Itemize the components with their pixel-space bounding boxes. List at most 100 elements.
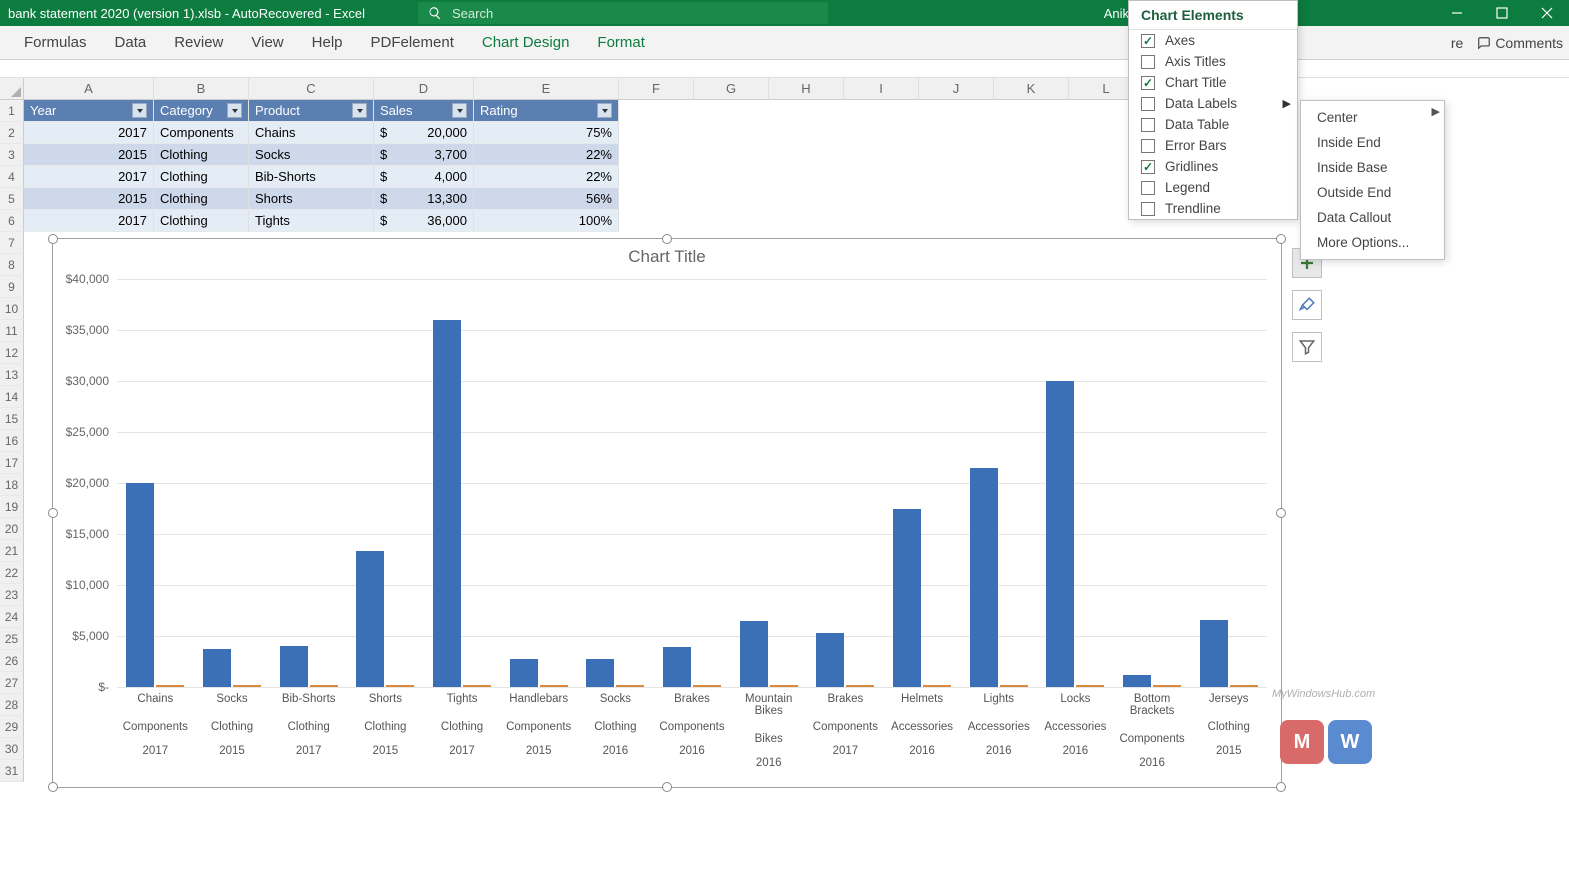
row-header[interactable]: 25 <box>0 628 24 650</box>
tab-view[interactable]: View <box>237 26 297 60</box>
table-cell[interactable]: 2015 <box>24 188 154 210</box>
search-box[interactable]: Search <box>418 2 828 24</box>
table-cell[interactable]: $36,000 <box>374 210 474 232</box>
close-button[interactable] <box>1524 0 1569 26</box>
bar-sales[interactable] <box>510 659 538 687</box>
table-cell[interactable]: 2017 <box>24 210 154 232</box>
col-header[interactable]: K <box>994 78 1069 100</box>
row-header[interactable]: 4 <box>0 166 24 188</box>
bar-group[interactable] <box>270 279 347 687</box>
row-header[interactable]: 16 <box>0 430 24 452</box>
table-header[interactable]: Category <box>154 100 249 122</box>
bar-group[interactable] <box>424 279 501 687</box>
bar-rating[interactable] <box>1153 685 1181 687</box>
row-header[interactable]: 26 <box>0 650 24 672</box>
bar-group[interactable] <box>730 279 807 687</box>
row-header[interactable]: 31 <box>0 760 24 782</box>
bar-rating[interactable] <box>1000 685 1028 687</box>
minimize-button[interactable] <box>1434 0 1479 26</box>
chart-element-option[interactable]: Trendline <box>1129 198 1297 219</box>
bar-group[interactable] <box>577 279 654 687</box>
row-header[interactable]: 20 <box>0 518 24 540</box>
bar-sales[interactable] <box>893 509 921 688</box>
bar-sales[interactable] <box>433 320 461 687</box>
bar-group[interactable] <box>500 279 577 687</box>
row-header[interactable]: 2 <box>0 122 24 144</box>
bar-group[interactable] <box>884 279 961 687</box>
checkbox-icon[interactable] <box>1141 202 1155 216</box>
chart-filters-button[interactable] <box>1292 332 1322 362</box>
tab-chart-design[interactable]: Chart Design <box>468 26 584 60</box>
table-header[interactable]: Rating <box>474 100 619 122</box>
user-name[interactable]: Anik <box>1104 6 1129 21</box>
tab-pdfelement[interactable]: PDFelement <box>357 26 468 60</box>
bar-rating[interactable] <box>923 685 951 687</box>
row-header[interactable]: 11 <box>0 320 24 342</box>
tab-data[interactable]: Data <box>101 26 161 60</box>
table-cell[interactable]: $13,300 <box>374 188 474 210</box>
table-cell[interactable]: $20,000 <box>374 122 474 144</box>
comments-button[interactable]: Comments <box>1477 35 1563 51</box>
table-cell[interactable]: Clothing <box>154 188 249 210</box>
submenu-item[interactable]: Center <box>1301 105 1444 130</box>
table-cell[interactable]: 75% <box>474 122 619 144</box>
checkbox-icon[interactable] <box>1141 55 1155 69</box>
col-header[interactable]: I <box>844 78 919 100</box>
bar-sales[interactable] <box>740 621 768 687</box>
bar-sales[interactable] <box>1046 381 1074 687</box>
bar-sales[interactable] <box>586 659 614 687</box>
tab-review[interactable]: Review <box>160 26 237 60</box>
row-header[interactable]: 1 <box>0 100 24 122</box>
share-button[interactable]: re <box>1451 35 1463 51</box>
table-cell[interactable]: 2015 <box>24 144 154 166</box>
bar-sales[interactable] <box>126 483 154 687</box>
bar-group[interactable] <box>1037 279 1114 687</box>
table-cell[interactable]: Clothing <box>154 144 249 166</box>
submenu-item[interactable]: Inside End <box>1301 130 1444 155</box>
bar-group[interactable] <box>194 279 271 687</box>
chart-styles-button[interactable] <box>1292 290 1322 320</box>
bar-group[interactable] <box>654 279 731 687</box>
bar-sales[interactable] <box>663 647 691 687</box>
chart-title[interactable]: Chart Title <box>53 247 1281 267</box>
checkbox-icon[interactable] <box>1141 160 1155 174</box>
filter-dropdown-icon[interactable] <box>227 103 242 118</box>
table-header[interactable]: Year <box>24 100 154 122</box>
bar-rating[interactable] <box>540 685 568 687</box>
row-header[interactable]: 22 <box>0 562 24 584</box>
row-header[interactable]: 23 <box>0 584 24 606</box>
row-header[interactable]: 18 <box>0 474 24 496</box>
bar-rating[interactable] <box>693 685 721 687</box>
row-header[interactable]: 5 <box>0 188 24 210</box>
row-header[interactable]: 15 <box>0 408 24 430</box>
col-header[interactable]: D <box>374 78 474 100</box>
filter-dropdown-icon[interactable] <box>597 103 612 118</box>
col-header[interactable]: B <box>154 78 249 100</box>
bar-sales[interactable] <box>280 646 308 687</box>
filter-dropdown-icon[interactable] <box>452 103 467 118</box>
bar-rating[interactable] <box>386 685 414 687</box>
bar-sales[interactable] <box>816 633 844 687</box>
col-header[interactable]: A <box>24 78 154 100</box>
bar-sales[interactable] <box>970 468 998 687</box>
embedded-chart[interactable]: Chart Title $-$5,000$10,000$15,000$20,00… <box>52 238 1282 788</box>
checkbox-icon[interactable] <box>1141 118 1155 132</box>
row-header[interactable]: 7 <box>0 232 24 254</box>
col-header[interactable]: J <box>919 78 994 100</box>
bar-rating[interactable] <box>233 685 261 687</box>
filter-dropdown-icon[interactable] <box>352 103 367 118</box>
bar-group[interactable] <box>1190 279 1267 687</box>
bar-group[interactable] <box>117 279 194 687</box>
bar-rating[interactable] <box>463 685 491 687</box>
row-header[interactable]: 14 <box>0 386 24 408</box>
tab-formulas[interactable]: Formulas <box>10 26 101 60</box>
submenu-item[interactable]: More Options... <box>1301 230 1444 255</box>
col-header[interactable]: C <box>249 78 374 100</box>
table-cell[interactable]: 2017 <box>24 122 154 144</box>
table-cell[interactable]: 100% <box>474 210 619 232</box>
col-header[interactable]: H <box>769 78 844 100</box>
col-header[interactable]: F <box>619 78 694 100</box>
bar-rating[interactable] <box>616 685 644 687</box>
table-cell[interactable]: Bib-Shorts <box>249 166 374 188</box>
row-header[interactable]: 21 <box>0 540 24 562</box>
